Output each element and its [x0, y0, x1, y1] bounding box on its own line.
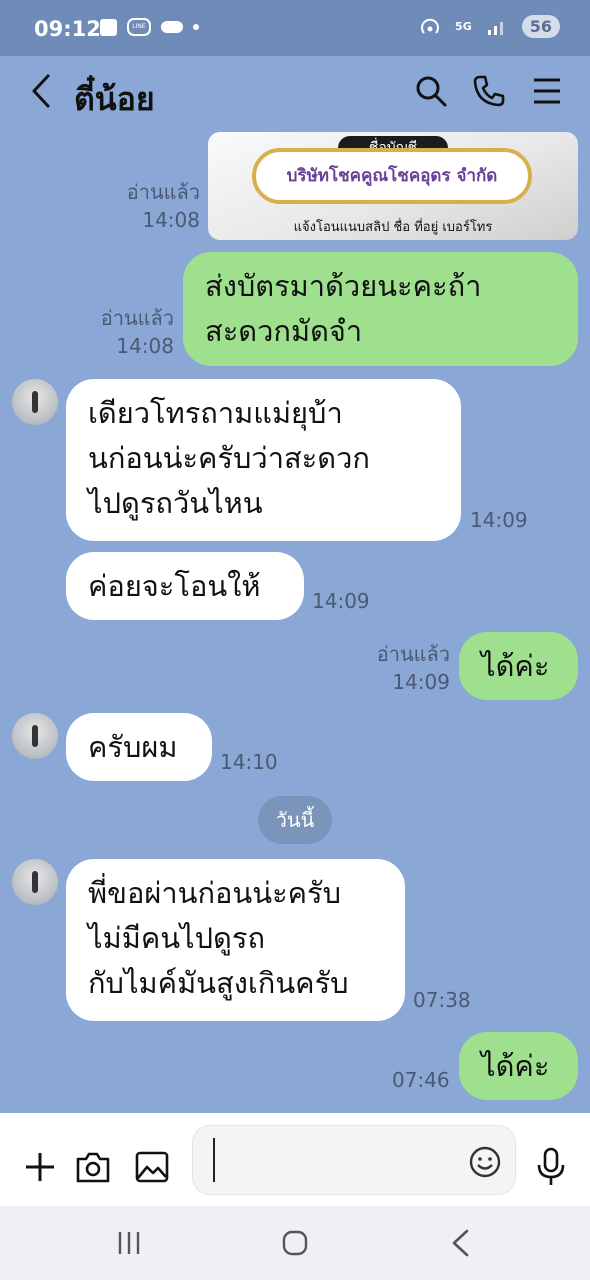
- emoji-icon[interactable]: [469, 1146, 501, 1178]
- image-message[interactable]: ชื่อบัญชี บริษัทโชคคูณโชคอุดร จำกัด แจ้ง…: [208, 132, 578, 240]
- image-subtitle: แจ้งโอนแนบสลิป ชื่อ ที่อยู่ เบอร์โทร: [293, 220, 493, 235]
- incoming-message[interactable]: ครับผม: [66, 713, 212, 781]
- message-time: 14:08: [142, 208, 200, 232]
- message-input-bar: [0, 1113, 590, 1206]
- message-meta: อ่านแล้ว 14:09: [377, 640, 450, 696]
- message-time: 14:09: [312, 589, 370, 613]
- read-receipt: อ่านแล้ว: [126, 180, 200, 204]
- image-company-name: บริษัทโชคคูณโชคอุดร จำกัด: [252, 148, 532, 204]
- avatar[interactable]: [12, 859, 58, 905]
- avatar[interactable]: [12, 379, 58, 425]
- phone-icon[interactable]: [472, 74, 506, 108]
- incoming-message[interactable]: ค่อยจะโอนให้: [66, 552, 304, 620]
- chat-area[interactable]: อ่านแล้ว 14:08 ชื่อบัญชี บริษัทโชคคูณโชค…: [0, 130, 590, 1113]
- status-time: 09:12: [34, 17, 101, 41]
- system-navigation-bar: [0, 1206, 590, 1280]
- message-meta: อ่านแล้ว 14:08: [127, 178, 200, 234]
- read-receipt: อ่านแล้ว: [100, 306, 174, 330]
- network-type: 5G: [455, 20, 472, 33]
- message-time: 14:09: [470, 508, 528, 532]
- search-icon[interactable]: [414, 74, 448, 108]
- menu-icon[interactable]: [532, 74, 562, 108]
- date-separator: วันนี้: [258, 796, 332, 844]
- outgoing-message[interactable]: ส่งบัตรมาด้วยนะคะถ้า สะดวกมัดจำ: [183, 252, 578, 366]
- battery-level: 56: [521, 15, 560, 38]
- message-time: 07:38: [413, 988, 471, 1012]
- chat-title: ตี๋น้อย: [74, 80, 155, 118]
- home-icon[interactable]: [281, 1229, 309, 1257]
- outgoing-message[interactable]: ได้ค่ะ: [459, 632, 578, 700]
- incoming-message[interactable]: พี่ขอผ่านก่อนน่ะครับ ไม่มีคนไปดูรถ กับไม…: [66, 859, 405, 1021]
- chat-header: ตี๋น้อย: [0, 56, 590, 130]
- camera-icon[interactable]: [75, 1150, 111, 1184]
- more-notifications-icon: [193, 24, 199, 30]
- cloud-icon: [161, 21, 183, 33]
- message-meta: อ่านแล้ว 14:08: [101, 304, 174, 360]
- status-bar: 09:12 LINE 5G 56: [0, 0, 590, 56]
- line-app-icon: LINE: [127, 18, 151, 36]
- notification-icons: LINE: [100, 18, 199, 36]
- hotspot-icon: [421, 18, 439, 34]
- back-nav-icon[interactable]: [450, 1228, 470, 1258]
- plus-icon[interactable]: [24, 1151, 56, 1183]
- recent-apps-icon[interactable]: [116, 1230, 142, 1256]
- signal-icon: [487, 21, 503, 35]
- text-cursor: [213, 1138, 215, 1182]
- message-time: 14:09: [392, 670, 450, 694]
- message-time: 14:10: [220, 750, 278, 774]
- image-icon[interactable]: [134, 1150, 170, 1184]
- message-input[interactable]: [192, 1125, 516, 1195]
- incoming-message[interactable]: เดียวโทรถามแม่ยุบ้า นก่อนน่ะครับว่าสะดวก…: [66, 379, 461, 541]
- system-icons: 5G 56: [419, 15, 560, 38]
- chevron-left-icon[interactable]: [30, 74, 52, 108]
- read-receipt: อ่านแล้ว: [376, 642, 450, 666]
- checkbox-notification-icon: [100, 18, 117, 36]
- mic-icon[interactable]: [536, 1147, 566, 1187]
- message-time: 14:08: [116, 334, 174, 358]
- avatar[interactable]: [12, 713, 58, 759]
- outgoing-message[interactable]: ได้ค่ะ: [459, 1032, 578, 1100]
- message-time: 07:46: [392, 1068, 450, 1092]
